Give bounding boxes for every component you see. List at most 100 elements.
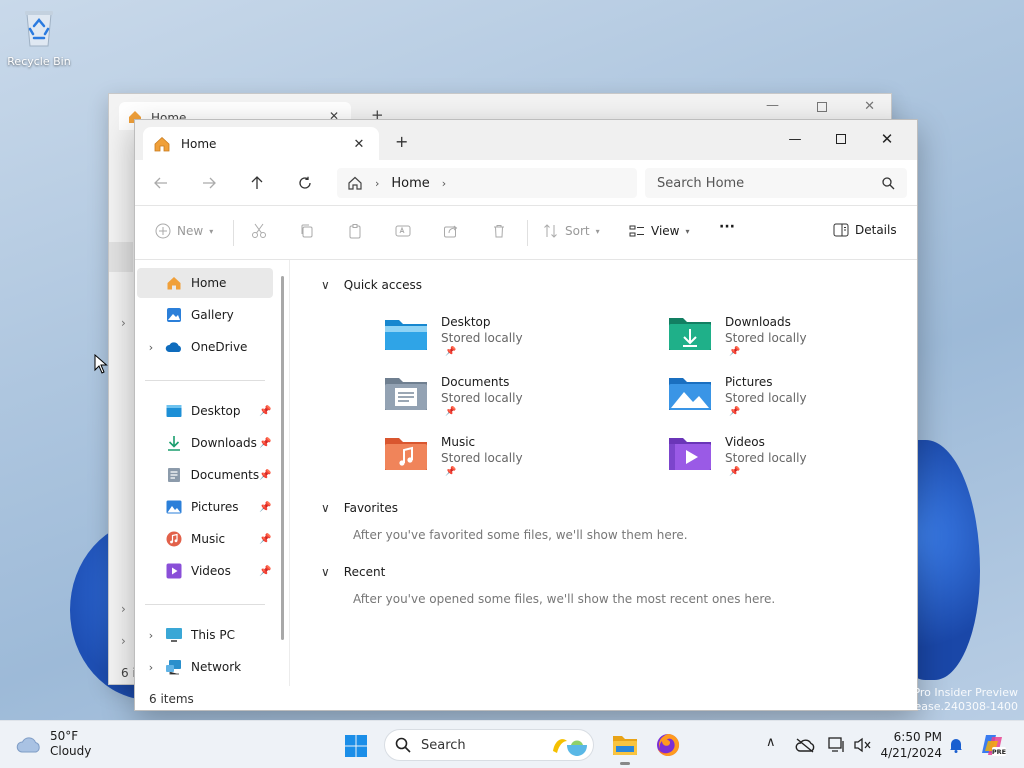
title-bar[interactable]: Home ✕ + — ✕ bbox=[135, 120, 917, 161]
share-icon bbox=[444, 225, 458, 238]
pin-icon[interactable]: 📌 bbox=[259, 534, 273, 545]
chevron-right-icon[interactable]: › bbox=[442, 177, 446, 190]
forward-button[interactable] bbox=[197, 172, 221, 194]
minimize-icon: — bbox=[788, 131, 802, 147]
taskbar-file-explorer[interactable] bbox=[611, 731, 639, 765]
new-button[interactable]: New ▾ bbox=[155, 223, 213, 239]
quick-access-item-pictures[interactable]: Pictures Stored locally 📌 bbox=[667, 374, 807, 418]
sidebar-item-videos[interactable]: Videos 📌 bbox=[137, 556, 273, 586]
pin-icon: 📌 bbox=[445, 347, 457, 357]
start-button[interactable] bbox=[344, 734, 368, 758]
quick-access-item-documents[interactable]: Documents Stored locally 📌 bbox=[383, 374, 523, 418]
sidebar-item-label: Documents bbox=[190, 468, 260, 482]
chevron-down-icon: ∨ bbox=[321, 278, 330, 292]
breadcrumb-home[interactable]: Home bbox=[391, 176, 429, 191]
weather-widget[interactable]: 50°F Cloudy bbox=[16, 729, 91, 759]
new-tab-button[interactable]: + bbox=[395, 132, 408, 151]
section-recent[interactable]: ∨ Recent bbox=[321, 565, 385, 579]
recent-empty-message: After you've opened some files, we'll sh… bbox=[353, 592, 776, 606]
quick-access-item-videos[interactable]: Videos Stored locally 📌 bbox=[667, 434, 807, 478]
delete-button[interactable] bbox=[491, 223, 507, 239]
view-icon bbox=[629, 225, 644, 237]
sidebar-item-home[interactable]: Home bbox=[137, 268, 273, 298]
share-button[interactable] bbox=[443, 223, 459, 239]
up-button[interactable] bbox=[245, 172, 269, 194]
quick-access-item-desktop[interactable]: Desktop Stored locally 📌 bbox=[383, 314, 523, 358]
sidebar-item-gallery[interactable]: Gallery bbox=[137, 300, 273, 330]
section-quick-access[interactable]: ∨ Quick access bbox=[321, 278, 422, 292]
file-explorer-window[interactable]: Home ✕ + — ✕ › Home › Search Home New ▾ … bbox=[134, 119, 918, 711]
more-options-button[interactable]: ··· bbox=[719, 219, 735, 235]
pin-icon[interactable]: 📌 bbox=[259, 438, 273, 449]
address-bar[interactable]: › Home › bbox=[337, 168, 637, 198]
maximize-icon[interactable] bbox=[817, 102, 827, 112]
sidebar-item-this-pc[interactable]: › This PC bbox=[137, 620, 273, 650]
search-input[interactable] bbox=[657, 175, 882, 191]
downloads-folder-icon bbox=[669, 318, 711, 350]
pin-icon: 📌 bbox=[729, 467, 741, 477]
onedrive-offline-icon[interactable] bbox=[795, 737, 815, 753]
refresh-button[interactable] bbox=[293, 172, 317, 194]
sidebar-item-label: Music bbox=[191, 532, 226, 546]
section-favorites[interactable]: ∨ Favorites bbox=[321, 501, 398, 515]
taskbar-search-label: Search bbox=[421, 737, 466, 753]
pin-icon[interactable]: 📌 bbox=[259, 502, 273, 513]
pin-icon[interactable]: 📌 bbox=[259, 406, 273, 417]
pin-icon[interactable]: 📌 bbox=[259, 566, 273, 577]
paste-button[interactable] bbox=[347, 223, 363, 239]
videos-folder-icon bbox=[669, 438, 711, 470]
sidebar-item-downloads[interactable]: Downloads 📌 bbox=[137, 428, 273, 458]
item-name: Videos bbox=[725, 435, 765, 449]
close-window-button[interactable]: ✕ bbox=[865, 126, 909, 152]
search-highlight-icon bbox=[553, 739, 587, 756]
chevron-right-icon: › bbox=[121, 634, 126, 648]
system-clock[interactable]: 6:50 PM 4/21/2024 bbox=[878, 729, 942, 761]
details-button[interactable]: Details bbox=[833, 223, 897, 237]
details-label: Details bbox=[855, 223, 897, 237]
svg-text:PRE: PRE bbox=[992, 748, 1006, 756]
sidebar-item-documents[interactable]: Documents 📌 bbox=[137, 460, 273, 490]
cut-button[interactable] bbox=[251, 223, 267, 239]
divider bbox=[145, 604, 265, 605]
sidebar-item-music[interactable]: Music 📌 bbox=[137, 524, 273, 554]
details-pane-icon bbox=[833, 223, 849, 237]
rename-button[interactable] bbox=[395, 223, 411, 239]
sidebar-scrollbar[interactable] bbox=[281, 276, 284, 640]
sidebar-item-onedrive[interactable]: › OneDrive bbox=[137, 332, 273, 362]
minimize-icon[interactable]: — bbox=[766, 98, 779, 113]
maximize-button[interactable] bbox=[819, 126, 863, 152]
chevron-right-icon[interactable]: › bbox=[137, 629, 165, 642]
taskbar-search[interactable]: Search bbox=[384, 729, 594, 761]
pin-icon[interactable]: 📌 bbox=[259, 470, 273, 481]
chevron-right-icon[interactable]: › bbox=[137, 341, 165, 354]
taskbar-firefox[interactable] bbox=[654, 731, 682, 759]
sidebar-item-label: Gallery bbox=[191, 308, 234, 322]
recycle-bin-desktop-icon[interactable]: Recycle Bin bbox=[6, 8, 72, 68]
notification-bell-icon[interactable] bbox=[949, 737, 963, 753]
chevron-right-icon[interactable]: › bbox=[137, 661, 165, 674]
sidebar-item-desktop[interactable]: Desktop 📌 bbox=[137, 396, 273, 426]
new-label: New bbox=[177, 224, 204, 238]
quick-access-item-downloads[interactable]: Downloads Stored locally 📌 bbox=[667, 314, 807, 358]
copilot-icon[interactable]: PRE bbox=[980, 733, 1006, 757]
sidebar-item-pictures[interactable]: Pictures 📌 bbox=[137, 492, 273, 522]
recycle-bin-icon bbox=[25, 11, 53, 47]
desktop-folder-icon bbox=[385, 320, 427, 350]
sidebar-item-network[interactable]: › Network bbox=[137, 652, 273, 682]
view-button[interactable]: View ▾ bbox=[629, 223, 690, 239]
close-icon[interactable]: ✕ bbox=[864, 99, 875, 114]
sort-button[interactable]: Sort ▾ bbox=[543, 223, 600, 239]
quick-access-item-music[interactable]: Music Stored locally 📌 bbox=[383, 434, 523, 478]
close-tab-icon[interactable]: ✕ bbox=[349, 137, 369, 152]
back-button[interactable] bbox=[149, 172, 173, 194]
search-box[interactable] bbox=[645, 168, 907, 198]
divider bbox=[145, 380, 265, 381]
minimize-button[interactable]: — bbox=[773, 126, 817, 152]
volume-muted-icon[interactable] bbox=[854, 737, 872, 753]
copy-button[interactable] bbox=[299, 223, 315, 239]
tab-home[interactable]: Home ✕ bbox=[143, 127, 379, 161]
chevron-right-icon: › bbox=[121, 602, 126, 616]
show-hidden-icons-button[interactable]: ∧ bbox=[766, 735, 776, 750]
command-bar: New ▾ Sort ▾ View ▾ ··· Details bbox=[135, 206, 917, 260]
display-icon[interactable] bbox=[828, 737, 846, 753]
